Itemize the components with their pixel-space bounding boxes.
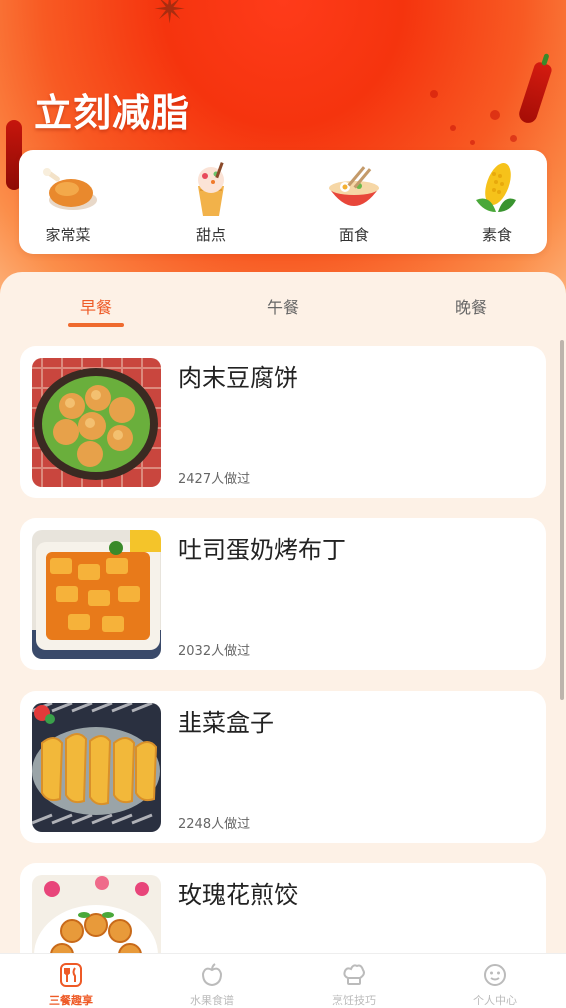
scrollbar[interactable] [560, 340, 564, 700]
tabbar-label: 烹饪技巧 [332, 994, 376, 1007]
category-item-dessert[interactable]: 甜点 [161, 160, 261, 250]
noodle-bowl-icon [323, 160, 385, 218]
recipe-name: 肉末豆腐饼 [178, 364, 298, 392]
recipe-name: 玫瑰花煎饺 [178, 881, 298, 909]
category-item-home-cooking[interactable]: 家常菜 [18, 160, 118, 250]
bottom-tab-bar: 三餐趣享 水果食谱 烹饪技巧 个人中心 [0, 953, 566, 1008]
category-label: 面食 [338, 226, 369, 244]
chef-hat-icon [341, 962, 367, 988]
recipe-card[interactable]: 吐司蛋奶烤布丁 2032人做过 [20, 518, 546, 670]
roast-chicken-icon [37, 160, 99, 218]
apple-icon [199, 962, 225, 988]
tab-lunch[interactable]: 午餐 [223, 294, 343, 318]
category-label: 甜点 [195, 226, 226, 244]
tab-dinner[interactable]: 晚餐 [411, 294, 531, 318]
recipe-photo [32, 530, 161, 659]
category-label: 素食 [481, 226, 512, 244]
tabbar-label: 水果食谱 [190, 994, 234, 1007]
star-anise-decoration: ✴ [153, 0, 187, 33]
tabbar-label: 三餐趣享 [49, 994, 93, 1007]
tabbar-label: 个人中心 [473, 994, 517, 1007]
recipe-panel: 早餐 午餐 晚餐 肉末豆腐饼 2427人做过 吐司蛋奶烤布丁 2032人做过 韭… [0, 272, 566, 1008]
tabbar-item-profile[interactable]: 个人中心 [445, 962, 545, 1008]
smiley-icon [482, 962, 508, 988]
category-grid: 家常菜 甜点 面食 素食 [19, 150, 547, 254]
recipe-count: 2032人做过 [178, 644, 251, 659]
page-title: 立刻减脂 [34, 91, 191, 135]
category-item-noodles[interactable]: 面食 [304, 160, 404, 250]
category-label: 家常菜 [45, 226, 91, 244]
chili-pepper-decoration [516, 60, 554, 126]
corn-icon [466, 160, 528, 218]
tabbar-item-fruit[interactable]: 水果食谱 [162, 962, 262, 1008]
recipe-photo [32, 703, 161, 832]
category-item-vegetarian[interactable]: 素食 [447, 160, 547, 250]
fork-knife-icon [58, 962, 84, 988]
ice-cream-icon [180, 160, 242, 218]
recipe-count: 2427人做过 [178, 472, 251, 487]
tab-breakfast[interactable]: 早餐 [36, 294, 156, 318]
recipe-name: 吐司蛋奶烤布丁 [178, 536, 346, 564]
tabbar-item-meals[interactable]: 三餐趣享 [21, 962, 121, 1008]
recipe-count: 2248人做过 [178, 817, 251, 832]
recipe-card[interactable]: 韭菜盒子 2248人做过 [20, 691, 546, 843]
recipe-photo [32, 358, 161, 487]
recipe-name: 韭菜盒子 [178, 709, 274, 737]
active-tab-indicator [68, 323, 124, 327]
recipe-card[interactable]: 肉末豆腐饼 2427人做过 [20, 346, 546, 498]
tabbar-item-cooking-tips[interactable]: 烹饪技巧 [304, 962, 404, 1008]
